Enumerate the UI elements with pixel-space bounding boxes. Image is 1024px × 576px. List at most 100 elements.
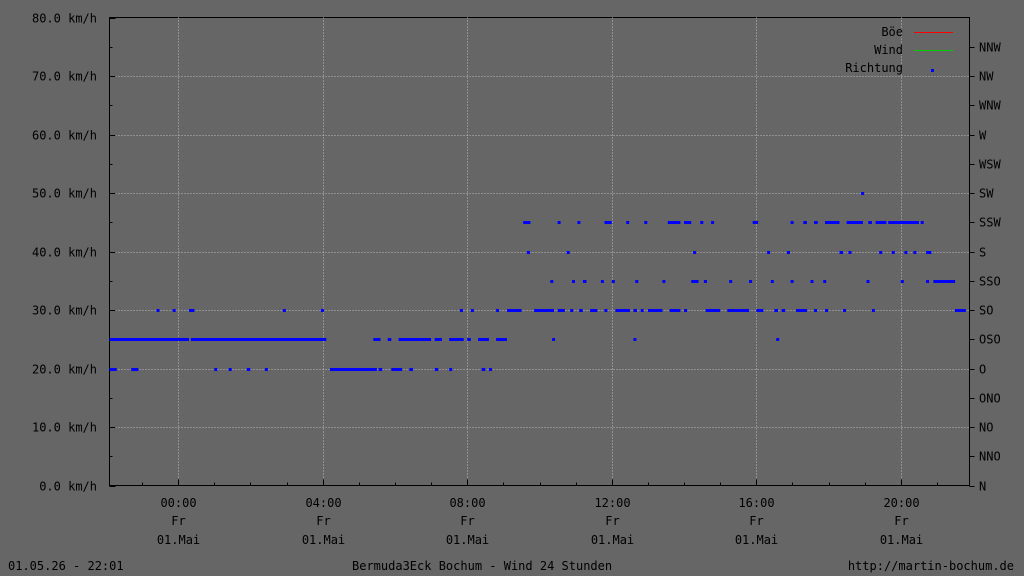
y2-tick-label: WSW xyxy=(979,158,1001,172)
richtung-point xyxy=(770,280,774,283)
richtung-point xyxy=(131,368,139,371)
richtung-point xyxy=(615,309,630,312)
richtung-point xyxy=(449,368,453,371)
richtung-point xyxy=(774,309,778,312)
richtung-point xyxy=(711,221,715,224)
richtung-point xyxy=(846,221,863,224)
richtung-point xyxy=(460,309,463,312)
x-tick-label-time: 12:00 xyxy=(594,496,630,510)
richtung-point xyxy=(570,309,574,312)
richtung-point xyxy=(904,251,908,254)
richtung-point xyxy=(550,280,554,283)
richtung-point xyxy=(526,251,530,254)
richtung-point xyxy=(891,251,895,254)
richtung-point xyxy=(684,309,687,312)
richtung-point xyxy=(667,221,681,224)
richtung-point xyxy=(496,338,507,341)
richtung-point xyxy=(470,309,474,312)
y-tick-label: 80.0 km/h xyxy=(32,12,97,26)
richtung-point xyxy=(507,309,522,312)
richtung-point xyxy=(246,368,251,371)
richtung-point xyxy=(557,309,565,312)
y-tick-label: 20.0 km/h xyxy=(32,363,97,377)
x-tick-label-date: 01.Mai xyxy=(302,533,345,547)
y-tick-label: 0.0 km/h xyxy=(39,480,97,494)
legend-label: Böe xyxy=(881,25,903,39)
y2-tick-label: NNW xyxy=(979,41,1001,55)
y2-tick-label: NW xyxy=(979,70,994,84)
footer-title: Bermuda3Eck Bochum - Wind 24 Stunden xyxy=(352,559,613,573)
richtung-point xyxy=(633,338,637,341)
richtung-point xyxy=(787,251,790,254)
richtung-point xyxy=(481,368,486,371)
richtung-point xyxy=(579,309,583,312)
y-tick-label: 30.0 km/h xyxy=(32,304,97,318)
richtung-point xyxy=(387,338,392,341)
richtung-point xyxy=(488,368,492,371)
richtung-point xyxy=(756,309,764,312)
richtung-point xyxy=(534,309,554,312)
x-tick-label-time: 20:00 xyxy=(883,496,919,510)
richtung-point xyxy=(329,368,377,371)
richtung-point xyxy=(172,309,176,312)
y2-tick-label: SSW xyxy=(979,216,1001,230)
y-tick-label: 60.0 km/h xyxy=(32,129,97,143)
x-tick-label-time: 04:00 xyxy=(305,496,341,510)
richtung-point xyxy=(888,221,919,224)
richtung-point xyxy=(264,368,268,371)
x-tick-label-date: 01.Mai xyxy=(880,533,923,547)
richtung-point xyxy=(913,251,917,254)
richtung-point xyxy=(214,368,218,371)
x-tick-label-date: 01.Mai xyxy=(591,533,634,547)
richtung-point xyxy=(749,280,753,283)
y2-tick-label: SSO xyxy=(979,275,1001,289)
richtung-point xyxy=(189,309,195,312)
y2-tick-label: ONO xyxy=(979,392,1001,406)
richtung-point xyxy=(926,280,930,283)
richtung-point xyxy=(729,280,733,283)
richtung-point xyxy=(647,309,663,312)
y2-tick-label: SO xyxy=(979,304,993,318)
x-tick-label-date: 01.Mai xyxy=(157,533,200,547)
richtung-point xyxy=(626,221,630,224)
richtung-point xyxy=(752,221,759,224)
x-tick-label-day: Fr xyxy=(749,514,763,528)
x-tick-label-date: 01.Mai xyxy=(446,533,489,547)
x-tick-label-day: Fr xyxy=(316,514,330,528)
richtung-point xyxy=(449,338,464,341)
richtung-point xyxy=(378,368,383,371)
y2-tick-label: NNO xyxy=(979,450,1001,464)
richtung-point xyxy=(467,338,471,341)
legend-label: Richtung xyxy=(845,61,903,75)
richtung-point xyxy=(790,221,794,224)
richtung-point xyxy=(866,280,870,283)
y2-tick-label: S xyxy=(979,246,986,260)
richtung-point xyxy=(684,221,692,224)
y2-tick-label: NO xyxy=(979,421,993,435)
y2-tick-label: O xyxy=(979,363,986,377)
richtung-point xyxy=(933,280,956,283)
y-tick-label: 70.0 km/h xyxy=(32,70,97,84)
richtung-point xyxy=(693,251,697,254)
richtung-point xyxy=(228,368,232,371)
richtung-point xyxy=(633,309,637,312)
richtung-point xyxy=(109,338,189,341)
footer-url[interactable]: http://martin-bochum.de xyxy=(848,559,1014,573)
richtung-point xyxy=(582,280,587,283)
richtung-point xyxy=(523,221,531,224)
x-tick-label-date: 01.Mai xyxy=(735,533,778,547)
x-tick-label-time: 08:00 xyxy=(449,496,485,510)
richtung-point xyxy=(823,280,827,283)
richtung-point xyxy=(604,309,608,312)
richtung-point xyxy=(781,309,786,312)
richtung-point xyxy=(640,309,644,312)
y2-tick-label: WNW xyxy=(979,99,1001,113)
legend-swatch xyxy=(931,69,934,72)
richtung-point xyxy=(282,309,286,312)
richtung-point xyxy=(566,251,570,254)
richtung-point xyxy=(900,280,904,283)
richtung-point xyxy=(843,309,846,312)
richtung-point xyxy=(604,221,612,224)
y2-axis-labels: N NNO NO ONO O OSO SO SSO S SSW SW WSW W WNW NW NNW xyxy=(979,41,1001,494)
richtung-point xyxy=(391,368,403,371)
